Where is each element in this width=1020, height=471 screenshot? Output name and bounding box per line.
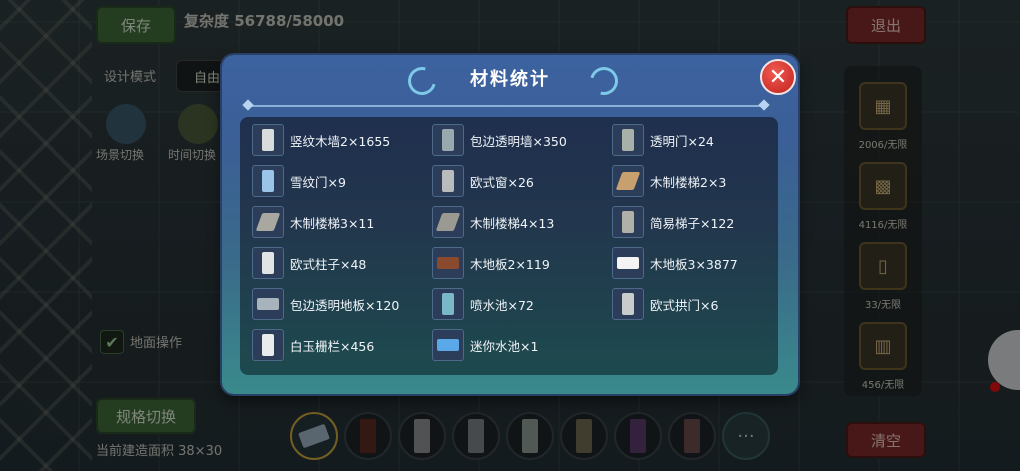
material-item: 欧式窗×26 xyxy=(432,165,534,197)
pillar-icon xyxy=(252,247,284,279)
material-item-label: 欧式窗×26 xyxy=(470,174,534,190)
material-item: 木制楼梯2×3 xyxy=(612,165,727,197)
material-item: 喷水池×72 xyxy=(432,288,534,320)
material-item: 透明门×24 xyxy=(612,124,714,156)
material-item-label: 木制楼梯4×13 xyxy=(470,215,555,231)
material-item-label: 竖纹木墙2×1655 xyxy=(290,133,391,149)
material-item-label: 包边透明墙×350 xyxy=(470,133,567,149)
dialog-title: 材料统计 xyxy=(470,69,550,90)
material-item: 竖纹木墙2×1655 xyxy=(252,124,391,156)
material-item: 欧式柱子×48 xyxy=(252,247,367,279)
wood-floor-icon xyxy=(432,247,464,279)
close-button[interactable]: ✕ xyxy=(760,59,796,95)
material-item-label: 雪纹门×9 xyxy=(290,174,346,190)
material-item: 欧式拱门×6 xyxy=(612,288,719,320)
fountain-icon xyxy=(432,288,464,320)
material-item-label: 欧式柱子×48 xyxy=(290,256,367,272)
material-item: 木地板3×3877 xyxy=(612,247,738,279)
material-item: 包边透明地板×120 xyxy=(252,288,400,320)
snow-door-icon xyxy=(252,165,284,197)
material-item: 木制楼梯4×13 xyxy=(432,206,555,238)
material-item-label: 透明门×24 xyxy=(650,133,714,149)
material-item-label: 木制楼梯2×3 xyxy=(650,174,727,190)
material-item-label: 木制楼梯3×11 xyxy=(290,215,375,231)
material-item-label: 欧式拱门×6 xyxy=(650,297,719,313)
title-divider xyxy=(244,105,768,107)
arch-door-icon xyxy=(612,288,644,320)
close-icon: ✕ xyxy=(768,64,788,90)
ladder-icon xyxy=(612,206,644,238)
glass-wall-icon xyxy=(432,124,464,156)
material-item: 包边透明墙×350 xyxy=(432,124,567,156)
mini-pool-icon xyxy=(432,329,464,361)
material-list: 竖纹木墙2×1655 包边透明墙×350 透明门×24 雪纹门×9 欧式窗×26 木制楼梯… xyxy=(240,117,778,375)
material-item: 简易梯子×122 xyxy=(612,206,735,238)
glass-floor-icon xyxy=(252,288,284,320)
european-window-icon xyxy=(432,165,464,197)
material-item: 迷你水池×1 xyxy=(432,329,539,361)
material-item: 白玉栅栏×456 xyxy=(252,329,375,361)
material-item-label: 简易梯子×122 xyxy=(650,215,735,231)
wood-stairs-icon xyxy=(432,206,464,238)
glass-door-icon xyxy=(612,124,644,156)
material-item: 木地板2×119 xyxy=(432,247,550,279)
wood-stairs-icon xyxy=(612,165,644,197)
material-item-label: 迷你水池×1 xyxy=(470,338,539,354)
material-stats-dialog: 材料统计 ✕ 竖纹木墙2×1655 包边透明墙×350 透明门×24 雪纹门×9 欧式窗… xyxy=(222,55,798,394)
material-item-label: 白玉栅栏×456 xyxy=(290,338,375,354)
material-item-label: 木地板3×3877 xyxy=(650,256,738,272)
material-item-label: 包边透明地板×120 xyxy=(290,297,400,313)
material-item: 木制楼梯3×11 xyxy=(252,206,375,238)
fence-icon xyxy=(252,329,284,361)
vertical-wood-wall-icon xyxy=(252,124,284,156)
material-item-label: 木地板2×119 xyxy=(470,256,550,272)
wood-floor-icon xyxy=(612,247,644,279)
wood-stairs-icon xyxy=(252,206,284,238)
material-item: 雪纹门×9 xyxy=(252,165,346,197)
material-item-label: 喷水池×72 xyxy=(470,297,534,313)
